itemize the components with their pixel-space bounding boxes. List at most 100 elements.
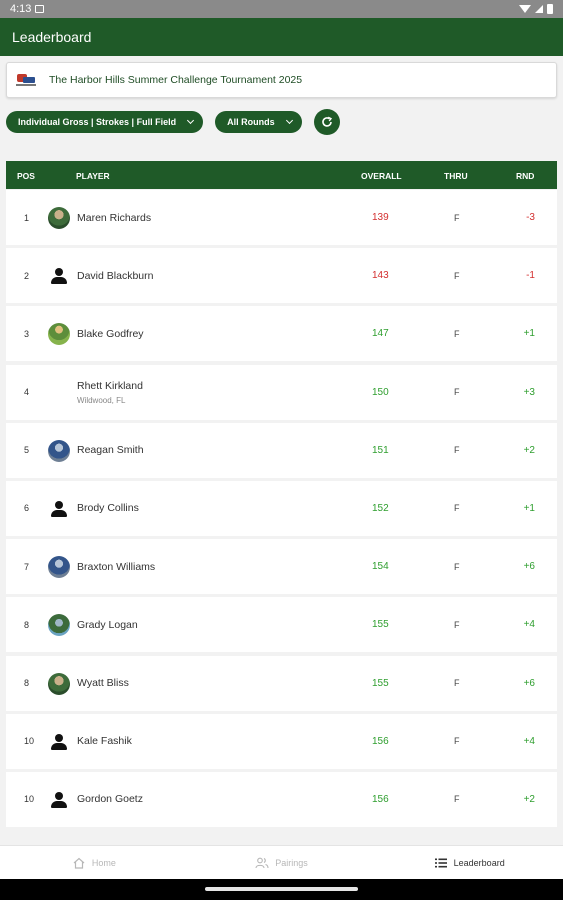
row-rnd: +6 <box>523 677 535 689</box>
player-name: Wyatt Bliss <box>77 677 129 689</box>
nav-home[interactable]: Home <box>0 846 188 879</box>
row-overall: 152 <box>372 502 389 514</box>
home-gesture-handle[interactable] <box>205 887 358 891</box>
row-pos: 3 <box>24 328 30 339</box>
row-rnd: +4 <box>523 619 535 631</box>
player-location: Wildwood, FL <box>77 395 126 405</box>
row-overall: 139 <box>372 212 389 223</box>
table-row[interactable]: 10 Kale Fashik 156 F +4 <box>6 713 557 769</box>
row-pos: 7 <box>24 561 30 572</box>
leaderboard-list: 1 Maren Richards 139 F -3 2 David Blackb… <box>6 190 557 830</box>
table-row[interactable]: 1 Maren Richards 139 F -3 <box>6 190 557 245</box>
row-pos: 4 <box>24 387 30 398</box>
table-row[interactable]: 8 Grady Logan 155 F +4 <box>6 597 557 653</box>
row-thru: F <box>454 619 460 630</box>
row-thru: F <box>454 270 460 281</box>
player-name: Rhett Kirkland <box>77 379 143 392</box>
header-player: PLAYER <box>76 171 110 181</box>
chevron-down-icon <box>285 116 293 125</box>
battery-icon <box>547 4 553 14</box>
header-rnd: RND <box>516 171 535 181</box>
avatar <box>48 614 70 637</box>
table-row[interactable]: 10 Gordon Goetz 156 F +2 <box>6 771 557 827</box>
refresh-button[interactable] <box>313 109 340 135</box>
page-title: Leaderboard <box>12 29 92 45</box>
tournament-logo <box>15 72 37 88</box>
field-filter-label: Individual Gross | Strokes | Full Field <box>18 117 177 127</box>
row-pos: 10 <box>24 736 35 747</box>
player-name: Brody Collins <box>77 502 139 515</box>
row-thru: F <box>454 328 460 339</box>
nav-pairings-label: Pairings <box>275 857 308 868</box>
row-rnd: +6 <box>523 561 535 573</box>
field-filter-dropdown[interactable]: Individual Gross | Strokes | Full Field <box>6 111 204 133</box>
row-player: Braxton Williams <box>77 539 155 594</box>
row-rnd: -1 <box>526 270 535 282</box>
player-name: Braxton Williams <box>77 560 156 573</box>
row-overall: 151 <box>372 444 389 456</box>
player-name: Blake Godfrey <box>77 327 144 340</box>
player-name: Kale Fashik <box>77 735 132 748</box>
table-row[interactable]: 8 Wyatt Bliss 155 F +6 <box>6 655 557 711</box>
row-thru: F <box>454 387 460 398</box>
row-thru: F <box>454 794 460 805</box>
table-row[interactable]: 2 David Blackburn 143 F -1 <box>6 248 557 304</box>
row-pos: 6 <box>24 503 30 514</box>
list-icon <box>434 858 447 867</box>
home-icon <box>73 857 85 869</box>
row-pos: 10 <box>24 794 35 805</box>
row-overall: 156 <box>372 735 389 747</box>
header-pos: POS <box>17 171 35 181</box>
row-overall: 154 <box>372 561 389 573</box>
row-player: Grady Logan <box>77 597 138 652</box>
row-overall: 143 <box>372 270 389 282</box>
screenshot-icon <box>35 5 45 13</box>
table-row[interactable]: 7 Braxton Williams 154 F +6 <box>6 539 557 595</box>
table-row[interactable]: 5 Reagan Smith 151 F +2 <box>6 422 557 478</box>
row-rnd: +2 <box>523 793 535 805</box>
player-name: Gordon Goetz <box>77 793 143 806</box>
people-icon <box>255 857 269 868</box>
row-pos: 8 <box>24 619 30 630</box>
status-icons <box>519 4 553 14</box>
row-player: Blake Godfrey <box>77 306 144 361</box>
row-thru: F <box>454 212 460 223</box>
row-overall: 147 <box>372 328 389 340</box>
row-overall: 155 <box>372 677 389 689</box>
row-player: Kale Fashik <box>77 714 132 769</box>
refresh-icon <box>321 116 332 127</box>
row-rnd: +3 <box>523 386 535 398</box>
row-thru: F <box>454 678 460 688</box>
nav-pairings[interactable]: Pairings <box>188 846 376 879</box>
person-icon <box>48 789 70 811</box>
row-rnd: +1 <box>523 328 535 340</box>
row-overall: 150 <box>372 386 389 398</box>
player-name: David Blackburn <box>77 269 154 282</box>
row-player: Maren Richards <box>77 190 151 245</box>
round-filter-dropdown[interactable]: All Rounds <box>215 111 302 133</box>
table-row[interactable]: 6 Brody Collins 152 F +1 <box>6 480 557 536</box>
table-row[interactable]: 3 Blake Godfrey 147 F +1 <box>6 306 557 362</box>
nav-leaderboard-label: Leaderboard <box>453 857 505 868</box>
avatar <box>48 439 70 462</box>
header-thru: THRU <box>444 171 468 181</box>
header-overall: OVERALL <box>361 171 402 181</box>
filter-bar: Individual Gross | Strokes | Full Field … <box>6 109 340 135</box>
row-player: Reagan Smith <box>77 423 144 478</box>
row-thru: F <box>454 736 460 747</box>
tournament-banner[interactable]: The Harbor Hills Summer Challenge Tourna… <box>6 62 557 98</box>
row-rnd: -3 <box>526 212 535 223</box>
row-thru: F <box>454 445 460 456</box>
leaderboard-header: POS PLAYER OVERALL THRU RND <box>6 161 557 189</box>
row-overall: 155 <box>372 619 389 631</box>
signal-icon <box>535 5 543 13</box>
row-pos: 2 <box>24 270 30 281</box>
table-row[interactable]: 4 Rhett Kirkland Wildwood, FL 150 F +3 <box>6 364 557 420</box>
person-icon <box>48 498 70 520</box>
chevron-down-icon <box>187 116 195 125</box>
tournament-title: The Harbor Hills Summer Challenge Tourna… <box>49 74 303 86</box>
row-pos: 1 <box>24 212 30 223</box>
player-name: Grady Logan <box>77 618 138 631</box>
nav-leaderboard[interactable]: Leaderboard <box>375 846 563 879</box>
row-rnd: +4 <box>523 735 535 747</box>
